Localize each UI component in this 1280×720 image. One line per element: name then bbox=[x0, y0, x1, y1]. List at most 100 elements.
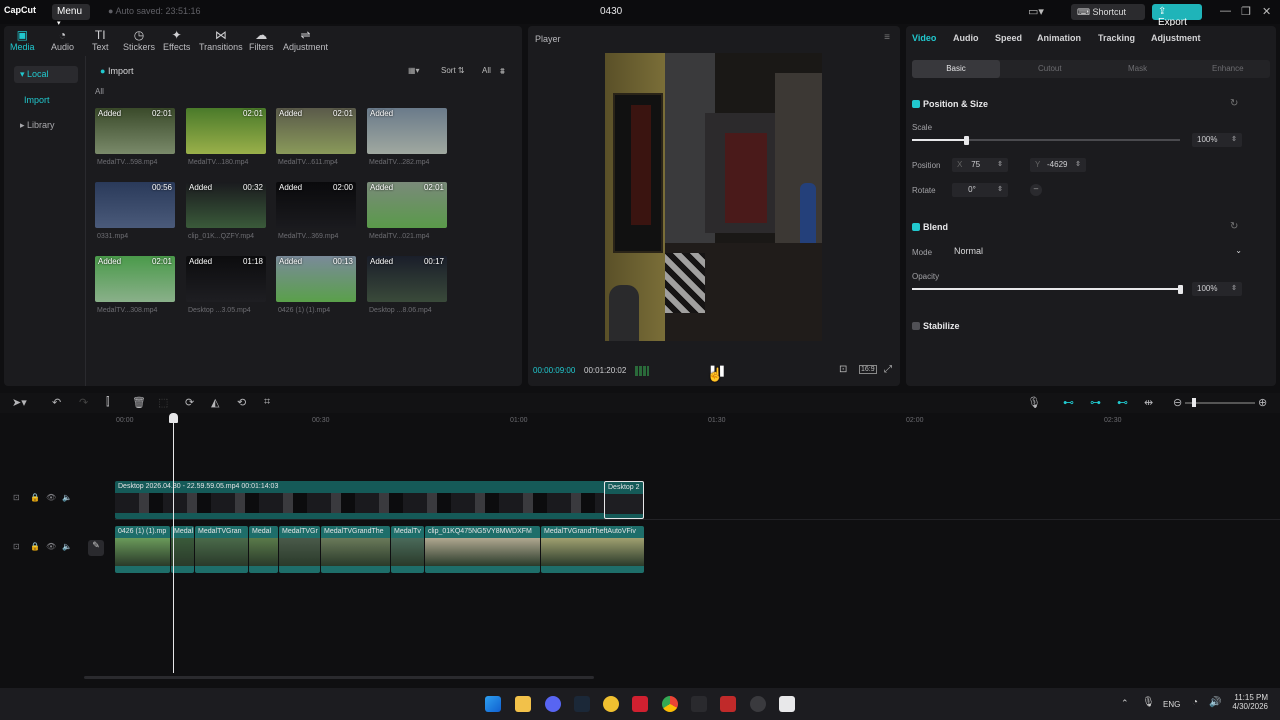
media-thumbnail[interactable]: Added 00:17 bbox=[367, 256, 447, 302]
speed-icon[interactable]: ⟳ bbox=[185, 396, 194, 409]
tab-text[interactable]: TI Text bbox=[92, 28, 109, 52]
magnet-icon[interactable]: ⊷ bbox=[1063, 396, 1074, 409]
minimize-icon[interactable]: — bbox=[1220, 5, 1231, 17]
tab-effects[interactable]: ✦ Effects bbox=[163, 28, 190, 52]
screenshot-icon[interactable]: ⊡ bbox=[839, 364, 847, 375]
tab-filters[interactable]: ☁ Filters bbox=[249, 28, 274, 52]
checkbox-icon[interactable] bbox=[912, 223, 920, 231]
lock-icon[interactable]: 🔒 bbox=[30, 493, 40, 502]
volume-icon[interactable]: 🔈 bbox=[62, 542, 72, 551]
cover-edit-button[interactable]: ✎ bbox=[88, 540, 104, 556]
language-indicator[interactable]: ENG bbox=[1163, 700, 1180, 709]
media-thumbnail[interactable]: Added 02:01 bbox=[276, 108, 356, 154]
import-button[interactable]: ● Import bbox=[100, 66, 133, 76]
subtab-enhance[interactable]: Enhance bbox=[1212, 64, 1244, 73]
timeline-clip[interactable]: MedalTVGrandTheftAutoVFiv bbox=[541, 526, 644, 573]
reset-icon[interactable]: ↻ bbox=[1230, 98, 1238, 109]
discord-icon[interactable] bbox=[545, 696, 561, 712]
timeline-clip[interactable]: Desktop 2026.04.30 - 22.59.59.05.mp4 00:… bbox=[115, 481, 605, 519]
capcut-icon[interactable] bbox=[691, 696, 707, 712]
restore-icon[interactable]: ❐ bbox=[1241, 5, 1251, 18]
app-icon[interactable] bbox=[603, 696, 619, 712]
timeline-clip[interactable]: 0426 (1) (1).mp bbox=[115, 526, 170, 573]
timeline-clip[interactable]: MedalTVGrandThe bbox=[321, 526, 390, 573]
view-mode-icon[interactable]: ▦▾ bbox=[408, 66, 420, 75]
subtab-basic[interactable]: Basic bbox=[912, 60, 1000, 78]
export-button[interactable]: ⇪ Export bbox=[1152, 4, 1202, 28]
video-preview[interactable] bbox=[605, 53, 822, 341]
timeline-scrollbar[interactable] bbox=[84, 676, 594, 679]
sort-button[interactable]: Sort ⇅ bbox=[441, 66, 465, 75]
zoom-slider-knob[interactable] bbox=[1192, 398, 1196, 407]
eye-icon[interactable]: 👁 bbox=[46, 542, 56, 551]
wifi-icon[interactable]: ◔ bbox=[1192, 697, 1198, 708]
tab-audio-props[interactable]: Audio bbox=[953, 33, 979, 43]
ratio-button[interactable]: 16:9 bbox=[859, 365, 877, 374]
player-menu-icon[interactable]: ≡ bbox=[884, 32, 890, 43]
timeline-clip[interactable]: MedalTv bbox=[391, 526, 424, 573]
media-thumbnail[interactable]: Added 01:18 bbox=[186, 256, 266, 302]
settings-app-icon[interactable] bbox=[750, 696, 766, 712]
timeline-clip[interactable]: MedalTVGran bbox=[195, 526, 248, 573]
zoom-out-icon[interactable]: ⊖ bbox=[1173, 396, 1182, 409]
media-thumbnail[interactable]: Added 02:01 bbox=[367, 182, 447, 228]
scale-value-field[interactable]: 100% ⇳ bbox=[1192, 133, 1242, 147]
timecode-grid-icon[interactable] bbox=[635, 366, 649, 376]
split-view-icon[interactable]: ⇹ bbox=[1144, 396, 1153, 409]
tab-media[interactable]: ▣ Media bbox=[10, 28, 35, 52]
filter-icon[interactable]: ⩩ bbox=[500, 66, 505, 77]
tab-adjustment-props[interactable]: Adjustment bbox=[1151, 33, 1201, 43]
adobe-icon[interactable] bbox=[632, 696, 648, 712]
select-tool-icon[interactable]: ➤▾ bbox=[12, 396, 27, 409]
position-x-field[interactable]: X 75 ⇳ bbox=[952, 158, 1008, 172]
mirror-icon[interactable]: ◭ bbox=[211, 396, 219, 409]
position-y-field[interactable]: Y -4629 ⇳ bbox=[1030, 158, 1086, 172]
redo-icon[interactable]: ↷ bbox=[79, 396, 88, 409]
timeline-clip[interactable]: clip_01KQ475NG5VY8MWDXFM bbox=[425, 526, 540, 573]
medal-icon[interactable] bbox=[720, 696, 736, 712]
tab-adjustment[interactable]: ⇌ Adjustment bbox=[283, 28, 328, 52]
menu-button[interactable]: Menu ▾ bbox=[52, 4, 90, 27]
tab-tracking[interactable]: Tracking bbox=[1098, 33, 1135, 43]
sidebar-item-local[interactable]: ▾ Local bbox=[14, 66, 78, 83]
reset-icon[interactable]: ↻ bbox=[1230, 221, 1238, 232]
position-size-header[interactable]: Position & Size bbox=[912, 99, 988, 109]
steam-icon[interactable] bbox=[574, 696, 590, 712]
freeze-icon[interactable]: ⬚ bbox=[158, 396, 168, 409]
media-thumbnail[interactable]: Added bbox=[367, 108, 447, 154]
sidebar-item-library[interactable]: ▸ Library bbox=[14, 117, 61, 134]
playhead[interactable] bbox=[173, 413, 174, 673]
subtab-cutout[interactable]: Cutout bbox=[1038, 64, 1062, 73]
stepper-icon[interactable]: ⇳ bbox=[997, 160, 1003, 168]
playhead-handle[interactable] bbox=[169, 413, 178, 423]
filter-all-button[interactable]: All bbox=[482, 66, 491, 75]
scale-slider-knob[interactable] bbox=[964, 136, 969, 145]
stepper-icon[interactable]: ⇳ bbox=[1075, 160, 1081, 168]
capcut-active-icon[interactable] bbox=[779, 696, 795, 712]
zoom-in-icon[interactable]: ⊕ bbox=[1258, 396, 1267, 409]
microphone-tray-icon[interactable]: 🎙 bbox=[1142, 697, 1155, 708]
media-thumbnail[interactable]: Added 02:01 bbox=[95, 108, 175, 154]
split-icon[interactable]: ⫿ bbox=[106, 396, 110, 409]
track-lock-icon[interactable]: ⊡ bbox=[13, 493, 20, 502]
windows-start-icon[interactable] bbox=[485, 696, 501, 712]
tab-video[interactable]: Video bbox=[912, 33, 936, 43]
shortcut-button[interactable]: ⌨ Shortcut bbox=[1071, 4, 1145, 20]
link-icon[interactable]: ⊶ bbox=[1090, 396, 1101, 409]
tab-audio[interactable]: ◔ Audio bbox=[51, 28, 74, 52]
opacity-value-field[interactable]: 100% ⇳ bbox=[1192, 282, 1242, 296]
opacity-slider-knob[interactable] bbox=[1178, 285, 1183, 294]
timeline-clip[interactable]: Medal bbox=[249, 526, 278, 573]
subtab-mask[interactable]: Mask bbox=[1128, 64, 1147, 73]
media-thumbnail[interactable]: Added 00:32 bbox=[186, 182, 266, 228]
blend-mode-select[interactable]: Normal ⌄ bbox=[950, 244, 1246, 260]
media-thumbnail[interactable]: Added 02:00 bbox=[276, 182, 356, 228]
media-thumbnail[interactable]: Added 00:13 bbox=[276, 256, 356, 302]
file-explorer-icon[interactable] bbox=[515, 696, 531, 712]
stepper-icon[interactable]: ⇳ bbox=[1231, 284, 1237, 292]
rotate-field[interactable]: 0° ⇳ bbox=[952, 183, 1008, 197]
tab-animation[interactable]: Animation bbox=[1037, 33, 1081, 43]
media-thumbnail[interactable]: Added 02:01 bbox=[95, 256, 175, 302]
rotate-dial-icon[interactable]: – bbox=[1030, 184, 1042, 196]
media-thumbnail[interactable]: 02:01 bbox=[186, 108, 266, 154]
